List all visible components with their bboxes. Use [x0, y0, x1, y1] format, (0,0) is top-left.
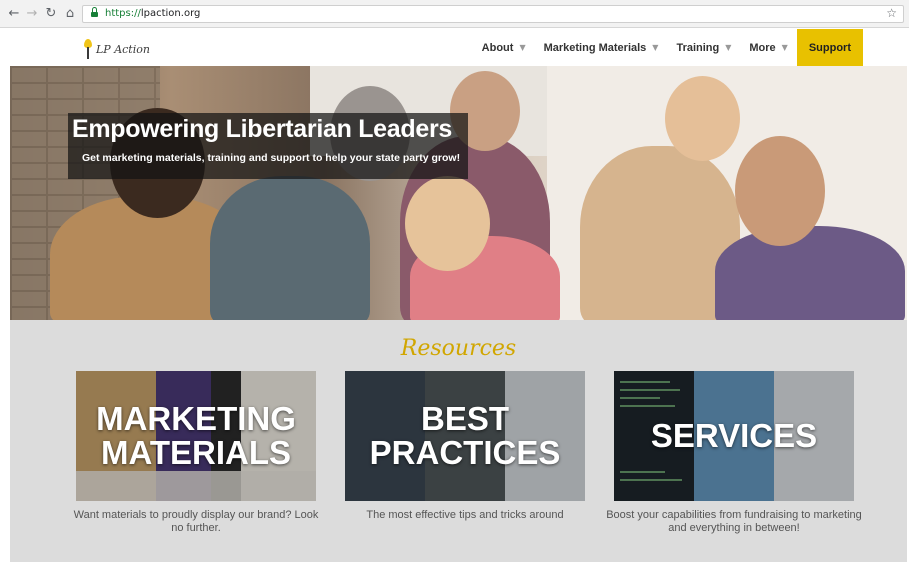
hero-person-2 — [210, 176, 370, 320]
hero-person-4-head — [405, 176, 490, 271]
card-title-line-2: MATERIALS — [100, 434, 292, 471]
resource-card-marketing-materials[interactable]: MARKETING MATERIALS — [76, 371, 316, 501]
nav-item-marketing-materials[interactable]: Marketing Materials ▼ — [535, 29, 668, 66]
nav-item-support[interactable]: Support — [796, 29, 863, 66]
torch-icon — [83, 39, 93, 59]
star-icon[interactable]: ☆ — [886, 6, 897, 20]
card-title-line-1: BEST — [420, 400, 509, 437]
chevron-down-icon: ▼ — [519, 43, 526, 52]
card-title-line-1: SERVICES — [650, 417, 818, 454]
hero-title: Empowering Libertarian Leaders — [72, 115, 452, 143]
main-nav: About ▼ Marketing Materials ▼ Training ▼ Mo… — [473, 29, 907, 66]
address-bar[interactable]: https://lpaction.org ☆ — [82, 5, 904, 23]
reload-icon[interactable]: ↻ — [43, 6, 59, 22]
home-icon[interactable]: ⌂ — [62, 6, 78, 22]
site-logo[interactable]: LP Action — [83, 37, 150, 61]
hero-subtitle: Get marketing materials, training and su… — [82, 152, 461, 164]
hero-person-6-head — [735, 136, 825, 246]
hero-caption: Empowering Libertarian Leaders Get marke… — [68, 113, 468, 179]
card-title-line-1: MARKETING — [96, 400, 296, 437]
chevron-down-icon: ▼ — [725, 43, 732, 52]
hero-person-6 — [715, 226, 905, 320]
resources-section: Resources MARKETING MATERIALS Want materi… — [10, 320, 907, 562]
nav-item-about[interactable]: About ▼ — [473, 29, 535, 66]
card-title: SERVICES — [614, 371, 854, 501]
card-description: The most effective tips and tricks aroun… — [366, 509, 564, 521]
browser-toolbar: ← → ↻ ⌂ https://lpaction.org ☆ — [0, 0, 909, 28]
card-description: Want materials to proudly display our br… — [73, 509, 319, 534]
lock-icon — [91, 7, 98, 18]
card-title: BEST PRACTICES — [345, 371, 585, 501]
card-title-line-2: PRACTICES — [369, 434, 561, 471]
hero-banner: Empowering Libertarian Leaders Get marke… — [10, 66, 907, 320]
resource-card-services[interactable]: SERVICES — [614, 371, 854, 501]
resources-heading: Resources — [400, 336, 517, 361]
card-title: MARKETING MATERIALS — [76, 371, 316, 501]
chevron-down-icon: ▼ — [781, 43, 788, 52]
resource-card-best-practices[interactable]: BEST PRACTICES — [345, 371, 585, 501]
hero-person-5-head — [665, 76, 740, 161]
arrow-left-icon[interactable]: ← — [6, 6, 22, 22]
site-header: LP Action About ▼ Marketing Materials ▼ Tr… — [10, 29, 907, 66]
arrow-right-icon[interactable]: → — [24, 6, 40, 22]
nav-item-training[interactable]: Training ▼ — [667, 29, 740, 66]
card-description: Boost your capabilities from fundraising… — [606, 509, 862, 534]
chevron-down-icon: ▼ — [652, 43, 659, 52]
url-text[interactable]: https://lpaction.org — [105, 8, 200, 19]
nav-item-more[interactable]: More ▼ — [740, 29, 796, 66]
